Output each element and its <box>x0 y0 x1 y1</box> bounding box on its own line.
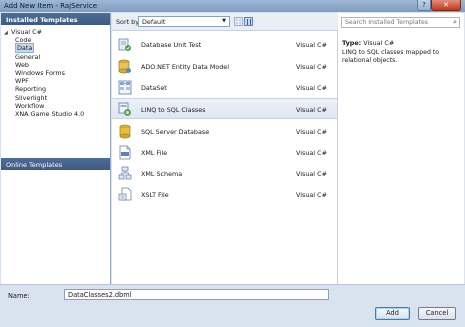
tree-item-web[interactable]: Web <box>1 61 110 69</box>
type-info: Type: Visual C# <box>342 39 394 47</box>
list-view-icon <box>247 19 251 25</box>
installed-templates-header[interactable]: Installed Templates <box>1 13 110 25</box>
tree-item-visual-csharp[interactable]: ◢ Visual C# <box>1 28 110 36</box>
list-item-selected[interactable]: LINQ to SQL Classes Visual C# <box>112 98 337 119</box>
type-value: Visual C# <box>363 39 395 47</box>
name-label: Name: <box>8 292 30 300</box>
item-language: Visual C# <box>296 149 327 157</box>
medium-icons-view-button[interactable] <box>244 17 253 26</box>
small-icons-view-button[interactable] <box>234 17 243 26</box>
online-templates-header[interactable]: Online Templates <box>1 158 110 170</box>
template-description: LINQ to SQL classes mapped to relational… <box>342 49 440 64</box>
item-language: Visual C# <box>296 106 327 114</box>
search-icon[interactable]: ⌕ <box>453 18 457 27</box>
list-item[interactable]: XML File Visual C# <box>112 142 337 163</box>
sort-label: Sort by: <box>116 18 141 26</box>
list-toolbar: Sort by: Default ▼ <box>112 13 338 31</box>
list-item[interactable]: SQL Server Database Visual C# <box>112 121 337 142</box>
tree-item-label: Workflow <box>15 101 45 110</box>
list-item[interactable]: DataSet Visual C# <box>112 77 337 98</box>
window-title: Add New Item - RajService <box>4 2 97 10</box>
xslt-file-icon <box>118 187 132 201</box>
tree-item-workflow[interactable]: Workflow <box>1 102 110 110</box>
cancel-button[interactable]: Cancel <box>418 307 456 320</box>
item-language: Visual C# <box>296 63 327 71</box>
item-name: XML Schema <box>141 170 183 178</box>
help-button[interactable]: ? <box>417 0 431 11</box>
template-tree: ◢ Visual C# Code Data General Web Windows… <box>1 25 110 118</box>
search-input[interactable]: Search Installed Templates ⌕ <box>341 17 460 28</box>
tree-item-silverlight[interactable]: Silverlight <box>1 94 110 102</box>
item-language: Visual C# <box>296 84 327 92</box>
item-language: Visual C# <box>296 128 327 136</box>
tree-item-data[interactable]: Data <box>1 43 110 54</box>
template-list: Database Unit Test Visual C# ADO.NET Ent… <box>112 31 338 284</box>
item-name: XSLT File <box>141 191 169 199</box>
chevron-down-icon: ▼ <box>222 18 226 24</box>
tree-item-label: General <box>15 52 41 61</box>
dialog-footer: Name: DataClasses2.dbml Add Cancel <box>0 284 465 327</box>
list-item[interactable]: ADO.NET Entity Data Model Visual C# <box>112 56 337 77</box>
tree-item-xna[interactable]: XNA Game Studio 4.0 <box>1 110 110 118</box>
dataset-icon <box>118 80 132 95</box>
sort-value: Default <box>142 18 166 26</box>
tree-item-windows-forms[interactable]: Windows Forms <box>1 69 110 77</box>
sql-database-icon <box>119 124 131 139</box>
entity-model-icon <box>118 59 131 74</box>
tree-item-label: XNA Game Studio 4.0 <box>15 109 85 118</box>
tree-item-label: Visual C# <box>11 28 42 36</box>
item-language: Visual C# <box>296 41 327 49</box>
add-button[interactable]: Add <box>375 307 410 320</box>
list-item[interactable]: Database Unit Test Visual C# <box>112 34 337 55</box>
item-name: XML File <box>141 149 168 157</box>
tree-item-general[interactable]: General <box>1 53 110 61</box>
tree-item-label: Silverlight <box>15 93 48 102</box>
sort-dropdown[interactable]: Default ▼ <box>138 16 230 27</box>
tree-item-reporting[interactable]: Reporting <box>1 85 110 93</box>
details-pane: Search Installed Templates ⌕ Type: Visua… <box>338 13 464 284</box>
item-language: Visual C# <box>296 191 327 199</box>
window-controls: ? ✕ <box>417 0 461 11</box>
item-name: Database Unit Test <box>141 41 202 49</box>
xml-schema-icon <box>118 166 132 180</box>
list-item[interactable]: XML Schema Visual C# <box>112 163 337 184</box>
templates-tree-pane: Installed Templates ◢ Visual C# Code Data… <box>1 13 111 284</box>
type-label: Type: <box>342 39 362 47</box>
name-field[interactable]: DataClasses2.dbml <box>64 289 329 300</box>
item-name: LINQ to SQL Classes <box>141 106 206 114</box>
search-placeholder: Search Installed Templates <box>345 19 429 26</box>
title-bar: Add New Item - RajService ? ✕ <box>0 0 465 12</box>
grid-icon <box>235 18 242 25</box>
expand-arrow-icon[interactable]: ◢ <box>4 29 11 37</box>
database-unit-test-icon <box>118 38 131 51</box>
close-button[interactable]: ✕ <box>431 0 461 11</box>
tree-item-label: Web <box>15 60 29 69</box>
item-name: SQL Server Database <box>141 128 210 136</box>
item-language: Visual C# <box>296 170 327 178</box>
tree-item-label: WPF <box>15 77 29 86</box>
tree-item-label: Windows Forms <box>15 68 65 77</box>
tree-item-label: Reporting <box>15 85 47 94</box>
tree-item-wpf[interactable]: WPF <box>1 77 110 85</box>
item-name: ADO.NET Entity Data Model <box>141 63 230 71</box>
list-item[interactable]: XSLT File Visual C# <box>112 184 337 205</box>
xml-file-icon <box>119 145 131 160</box>
item-name: DataSet <box>141 84 167 92</box>
linq-to-sql-icon <box>118 102 131 116</box>
